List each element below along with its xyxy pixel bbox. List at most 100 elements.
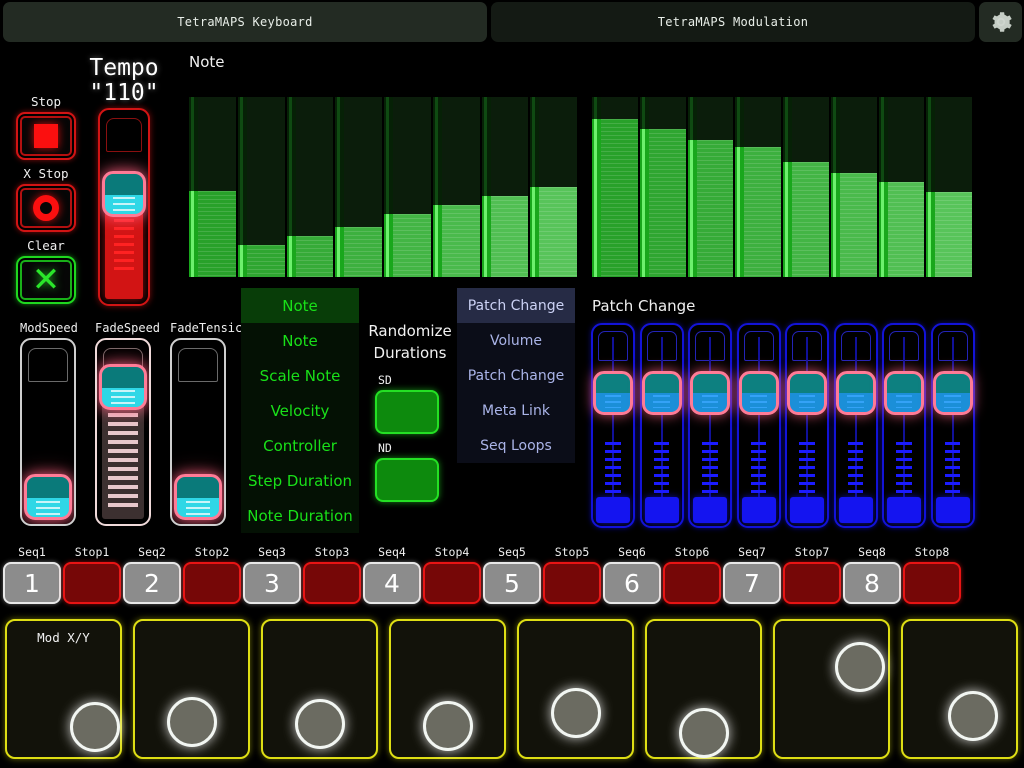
xy-pad-handle[interactable] [423, 701, 473, 751]
list-item[interactable]: Controller [241, 428, 359, 463]
xy-pad[interactable] [773, 619, 890, 759]
xy-pad[interactable] [261, 619, 378, 759]
seq-button[interactable]: 7 [723, 562, 781, 604]
patch-change-fader[interactable] [931, 323, 975, 528]
fader-fadetension-knob[interactable] [174, 474, 222, 520]
patch-change-fader[interactable] [737, 323, 781, 528]
xy-pad-handle[interactable] [835, 642, 885, 692]
secondary-bar-chart[interactable] [592, 97, 972, 277]
nd-button[interactable] [375, 458, 439, 502]
list-item[interactable]: Note Duration [241, 498, 359, 533]
stop-button[interactable] [903, 562, 961, 604]
fader-knob[interactable] [739, 371, 779, 415]
destination-list-blue[interactable]: Patch ChangeVolumePatch ChangeMeta LinkS… [457, 288, 575, 463]
tab-tetramaps-keyboard[interactable]: TetraMAPS Keyboard [3, 2, 487, 42]
list-item[interactable]: Meta Link [457, 393, 575, 428]
stop-button[interactable] [303, 562, 361, 604]
fader-fadespeed[interactable]: FadeSpeed [95, 338, 151, 526]
bar-column[interactable] [482, 97, 529, 277]
seq-button[interactable]: 8 [843, 562, 901, 604]
xy-pad-handle[interactable] [948, 691, 998, 741]
seq-button[interactable]: 4 [363, 562, 421, 604]
stop-button[interactable] [16, 112, 76, 160]
fader-knob[interactable] [642, 371, 682, 415]
bar-column[interactable] [287, 97, 334, 277]
tempo-fader-track[interactable] [98, 108, 150, 306]
bar-column[interactable] [592, 97, 638, 277]
list-item[interactable]: Step Duration [241, 463, 359, 498]
list-item[interactable]: Volume [457, 323, 575, 358]
bar-column[interactable] [640, 97, 686, 277]
bar-column[interactable] [783, 97, 829, 277]
bar-column[interactable] [433, 97, 480, 277]
xstop-button[interactable] [16, 184, 76, 232]
stop-button[interactable] [663, 562, 721, 604]
tempo-fader-knob[interactable] [102, 171, 146, 217]
parameter-list-green[interactable]: NoteNoteScale NoteVelocityControllerStep… [241, 288, 359, 533]
fader-knob[interactable] [884, 371, 924, 415]
tempo-fader[interactable] [98, 108, 150, 306]
xy-pad[interactable] [133, 619, 250, 759]
stop-button[interactable] [183, 562, 241, 604]
bar-column[interactable] [530, 97, 577, 277]
seq-button[interactable]: 5 [483, 562, 541, 604]
seq-button[interactable]: 3 [243, 562, 301, 604]
patch-change-fader[interactable] [591, 323, 635, 528]
fader-track[interactable] [20, 338, 76, 526]
fader-knob[interactable] [787, 371, 827, 415]
fader-track[interactable] [170, 338, 226, 526]
seq-button[interactable]: 1 [3, 562, 61, 604]
fader-knob[interactable] [593, 371, 633, 415]
bar-column[interactable] [879, 97, 925, 277]
note-bar-chart[interactable] [189, 97, 577, 277]
list-item[interactable]: Patch Change [457, 358, 575, 393]
bar-column[interactable] [384, 97, 431, 277]
list-item[interactable]: Note [241, 288, 359, 323]
settings-button[interactable] [979, 2, 1022, 42]
list-item[interactable]: Scale Note [241, 358, 359, 393]
stop-button[interactable] [63, 562, 121, 604]
clear-button[interactable]: ✕ [16, 256, 76, 304]
stop-button[interactable] [543, 562, 601, 604]
xy-pad[interactable] [645, 619, 762, 759]
bar-column[interactable] [238, 97, 285, 277]
fader-track[interactable] [95, 338, 151, 526]
bar-column[interactable] [688, 97, 734, 277]
bar-column[interactable] [926, 97, 972, 277]
fader-knob[interactable] [933, 371, 973, 415]
seq-button[interactable]: 2 [123, 562, 181, 604]
bar-column[interactable] [735, 97, 781, 277]
fader-knob[interactable] [690, 371, 730, 415]
list-item[interactable]: Note [241, 323, 359, 358]
patch-change-fader[interactable] [834, 323, 878, 528]
tab-tetramaps-modulation[interactable]: TetraMAPS Modulation [491, 2, 975, 42]
xy-pad[interactable] [389, 619, 506, 759]
xy-pad[interactable] [901, 619, 1018, 759]
patch-change-fader[interactable] [882, 323, 926, 528]
patch-change-fader[interactable] [688, 323, 732, 528]
fader-modspeed[interactable]: ModSpeed [20, 338, 76, 526]
xy-pad-handle[interactable] [551, 688, 601, 738]
sd-button[interactable] [375, 390, 439, 434]
xy-pad-handle[interactable] [295, 699, 345, 749]
xy-pad-handle[interactable] [70, 702, 120, 752]
patch-change-fader[interactable] [640, 323, 684, 528]
list-item[interactable]: Patch Change [457, 288, 575, 323]
xy-pad-handle[interactable] [679, 708, 729, 758]
list-item[interactable]: Velocity [241, 393, 359, 428]
list-item[interactable]: Seq Loops [457, 428, 575, 463]
fader-fadespeed-knob[interactable] [99, 364, 147, 410]
bar-column[interactable] [831, 97, 877, 277]
seq-button[interactable]: 6 [603, 562, 661, 604]
xy-pad[interactable]: Mod X/Y [5, 619, 122, 759]
xy-pad-handle[interactable] [167, 697, 217, 747]
stop-button[interactable] [423, 562, 481, 604]
fader-fadetension[interactable]: FadeTensic [170, 338, 226, 526]
xy-pad[interactable] [517, 619, 634, 759]
fader-knob[interactable] [836, 371, 876, 415]
patch-change-fader[interactable] [785, 323, 829, 528]
fader-modspeed-knob[interactable] [24, 474, 72, 520]
bar-column[interactable] [189, 97, 236, 277]
stop-button[interactable] [783, 562, 841, 604]
bar-column[interactable] [335, 97, 382, 277]
